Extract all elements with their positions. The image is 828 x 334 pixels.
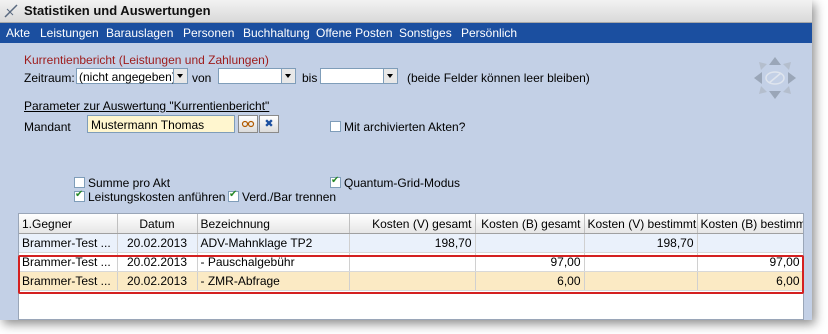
close-icon: ✖ <box>264 117 274 130</box>
menu-bar: Akte Leistungen Barauslagen Personen Buc… <box>0 23 812 43</box>
verd-checkbox[interactable] <box>228 189 239 202</box>
menu-item-barauslagen[interactable]: Barauslagen <box>106 26 173 40</box>
quantum-checkbox[interactable] <box>330 175 341 188</box>
mandant-value: Mustermann Thomas <box>91 118 205 132</box>
params-title: Parameter zur Auswertung "Kurrentienberi… <box>24 99 270 113</box>
leistungskosten-label: Leistungskosten anführen <box>88 190 226 204</box>
cell-bezeichnung: ADV-Mahnklage TP2 <box>197 233 350 253</box>
cell-kosten-b-gesamt: 97,00 <box>475 252 585 272</box>
table-row[interactable]: Brammer-Test ... 20.02.2013 ADV-Mahnklag… <box>19 233 803 253</box>
mandant-field[interactable]: Mustermann Thomas <box>87 115 235 133</box>
zeitraum-label: Zeitraum: <box>24 71 75 85</box>
bis-label: bis <box>302 71 318 85</box>
column-header[interactable]: Datum <box>117 214 198 234</box>
title-bar: Statistiken und Auswertungen <box>0 0 812 23</box>
menu-item-personen[interactable]: Personen <box>183 26 234 40</box>
cell-gegner: Brammer-Test ... <box>19 233 118 253</box>
cell-kosten-b-bestimmt: 6,00 <box>697 271 803 291</box>
cell-kosten-v-gesamt <box>349 252 476 272</box>
cell-kosten-b-bestimmt <box>697 233 803 253</box>
report-panel: Kurrentienbericht (Leistungen und Zahlun… <box>0 43 812 320</box>
von-date-select[interactable] <box>218 68 296 84</box>
verd-label: Verd./Bar trennen <box>242 190 337 204</box>
results-grid: 1.Gegner Datum Bezeichnung Kosten (V) ge… <box>18 213 804 320</box>
cell-kosten-v-bestimmt <box>584 252 698 272</box>
archived-checkbox[interactable] <box>330 121 341 132</box>
column-header[interactable]: Kosten (V) bestimmt <box>584 214 698 234</box>
summe-label: Summe pro Akt <box>88 176 171 190</box>
cell-gegner: Brammer-Test ... <box>19 252 118 272</box>
von-label: von <box>192 71 212 85</box>
table-row[interactable]: Brammer-Test ... 20.02.2013 - Pauschalge… <box>19 252 803 272</box>
menu-item-persoenlich[interactable]: Persönlich <box>461 26 517 40</box>
cell-bezeichnung: - ZMR-Abfrage <box>197 271 350 291</box>
menu-item-akte[interactable]: Akte <box>6 26 30 40</box>
date-hint: (beide Felder können leer bleiben) <box>407 71 590 85</box>
zeitraum-value: (nicht angegeben) <box>79 70 176 84</box>
cell-datum: 20.02.2013 <box>117 271 198 291</box>
results-table: 1.Gegner Datum Bezeichnung Kosten (V) ge… <box>19 214 803 291</box>
table-header: 1.Gegner Datum Bezeichnung Kosten (V) ge… <box>19 214 803 234</box>
lookup-icon <box>241 120 255 128</box>
cell-kosten-v-gesamt: 198,70 <box>349 233 476 253</box>
summe-checkbox[interactable] <box>74 177 85 188</box>
column-header[interactable]: Kosten (B) bestimmt <box>697 214 803 234</box>
menu-item-buchhaltung[interactable]: Buchhaltung <box>243 26 310 40</box>
mandant-clear-button[interactable]: ✖ <box>259 115 279 133</box>
navigation-arrows-icon[interactable] <box>752 55 798 101</box>
cell-kosten-b-gesamt: 6,00 <box>475 271 585 291</box>
chevron-down-icon[interactable] <box>281 69 295 83</box>
menu-item-leistungen[interactable]: Leistungen <box>40 26 99 40</box>
column-header[interactable]: Kosten (V) gesamt <box>349 214 476 234</box>
cell-kosten-v-bestimmt: 198,70 <box>584 233 698 253</box>
table-row[interactable]: Brammer-Test ... 20.02.2013 - ZMR-Abfrag… <box>19 271 803 291</box>
cell-datum: 20.02.2013 <box>117 252 198 272</box>
app-window: Statistiken und Auswertungen Akte Leistu… <box>0 0 812 320</box>
column-header[interactable]: 1.Gegner <box>19 214 118 234</box>
cell-kosten-v-gesamt <box>349 271 476 291</box>
cell-gegner: Brammer-Test ... <box>19 271 118 291</box>
cell-kosten-b-bestimmt: 97,00 <box>697 252 803 272</box>
mandant-label: Mandant <box>24 120 71 134</box>
zeitraum-select[interactable]: (nicht angegeben) <box>76 68 188 84</box>
app-icon <box>4 4 18 18</box>
quantum-label: Quantum-Grid-Modus <box>344 176 461 190</box>
window-title: Statistiken und Auswertungen <box>24 3 211 18</box>
cell-kosten-v-bestimmt <box>584 271 698 291</box>
report-section-title: Kurrentienbericht (Leistungen und Zahlun… <box>24 53 269 67</box>
cell-kosten-b-gesamt <box>475 233 585 253</box>
menu-item-offene-posten[interactable]: Offene Posten <box>316 26 393 40</box>
column-header[interactable]: Kosten (B) gesamt <box>475 214 585 234</box>
menu-item-sonstiges[interactable]: Sonstiges <box>399 26 452 40</box>
mandant-lookup-button[interactable] <box>238 115 258 133</box>
chevron-down-icon[interactable] <box>383 69 397 83</box>
chevron-down-icon[interactable] <box>173 69 187 83</box>
cell-bezeichnung: - Pauschalgebühr <box>197 252 350 272</box>
archived-label: Mit archivierten Akten? <box>344 120 466 134</box>
bis-date-select[interactable] <box>320 68 398 84</box>
cell-datum: 20.02.2013 <box>117 233 198 253</box>
leistungskosten-checkbox[interactable] <box>74 189 85 202</box>
column-header[interactable]: Bezeichnung <box>197 214 350 234</box>
